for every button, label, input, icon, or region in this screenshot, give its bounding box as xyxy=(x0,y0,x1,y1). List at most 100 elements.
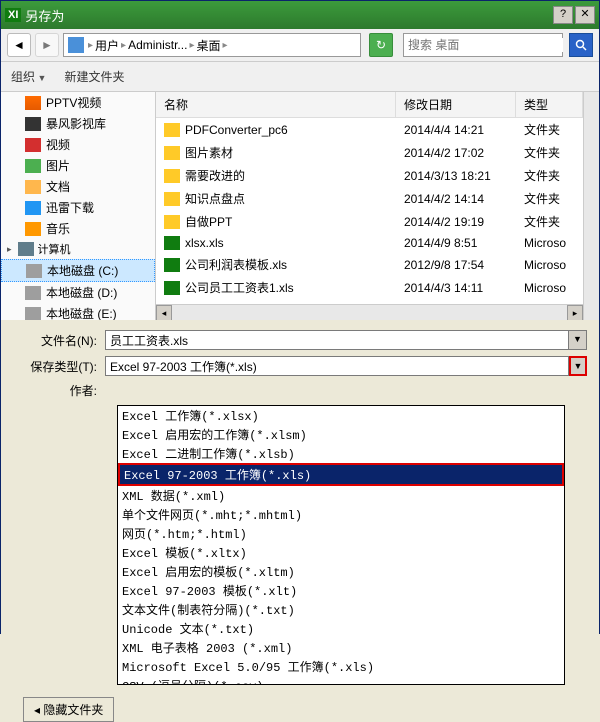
search-icon xyxy=(575,39,587,51)
file-name: 自做PPT xyxy=(185,213,232,230)
folder-icon xyxy=(25,96,41,110)
file-row[interactable]: 知识点盘点2014/4/2 14:14文件夹 xyxy=(156,187,583,210)
scrollbar-vertical[interactable] xyxy=(583,92,599,320)
file-type: 文件夹 xyxy=(516,141,583,164)
file-type: 文件夹 xyxy=(516,187,583,210)
file-type: 文件夹 xyxy=(516,164,583,187)
window-title: 另存为 xyxy=(25,6,551,25)
file-type: Microso xyxy=(516,233,583,253)
dropdown-option[interactable]: Excel 模板(*.xltx) xyxy=(118,543,564,562)
sidebar-item[interactable]: PPTV视频 xyxy=(1,92,155,113)
dropdown-option[interactable]: Microsoft Excel 5.0/95 工作簿(*.xls) xyxy=(118,657,564,676)
sidebar-drive[interactable]: 本地磁盘 (E:) xyxy=(1,303,155,320)
dropdown-option[interactable]: CSV (逗号分隔)(*.csv) xyxy=(118,676,564,685)
file-date: 2014/4/3 14:11 xyxy=(396,278,516,298)
dropdown-option[interactable]: Excel 启用宏的工作簿(*.xlsm) xyxy=(118,425,564,444)
sidebar-item[interactable]: 图片 xyxy=(1,155,155,176)
savetype-dropdown-list: Excel 工作簿(*.xlsx)Excel 启用宏的工作簿(*.xlsm)Ex… xyxy=(117,405,565,685)
dropdown-option[interactable]: Excel 97-2003 模板(*.xlt) xyxy=(118,581,564,600)
savetype-dropdown-button[interactable]: ▼ xyxy=(569,356,587,376)
dropdown-option[interactable]: 文本文件(制表符分隔)(*.txt) xyxy=(118,600,564,619)
file-row[interactable]: 公司员工工资表1.xls2014/4/3 14:11Microso xyxy=(156,276,583,299)
disk-icon xyxy=(26,264,42,278)
new-folder-button[interactable]: 新建文件夹 xyxy=(64,68,124,85)
folder-icon xyxy=(25,117,41,131)
scroll-left-button[interactable]: ◂ xyxy=(156,305,172,320)
file-row[interactable]: 公司利润表模板.xls2012/9/8 17:54Microso xyxy=(156,253,583,276)
sidebar-item-label: 暴风影视库 xyxy=(46,115,106,132)
sidebar-item[interactable]: 暴风影视库 xyxy=(1,113,155,134)
back-button[interactable]: ◄ xyxy=(7,33,31,57)
location-icon xyxy=(68,37,84,53)
excel-icon xyxy=(164,281,180,295)
sidebar-drive[interactable]: 本地磁盘 (C:) xyxy=(1,259,155,282)
file-type: 文件夹 xyxy=(516,118,583,141)
sidebar-item[interactable]: 音乐 xyxy=(1,218,155,239)
folder-icon xyxy=(164,146,180,160)
crumb-users[interactable]: 用户 xyxy=(95,37,119,54)
search-input[interactable] xyxy=(408,38,563,52)
file-row[interactable]: 需要改进的2014/3/13 18:21文件夹 xyxy=(156,164,583,187)
sidebar-item[interactable]: 视频 xyxy=(1,134,155,155)
author-label: 作者: xyxy=(13,382,105,399)
dropdown-option[interactable]: Excel 工作簿(*.xlsx) xyxy=(118,406,564,425)
file-type: Microso xyxy=(516,255,583,275)
excel-icon xyxy=(164,258,180,272)
sidebar-item-label: 音乐 xyxy=(46,220,70,237)
sidebar-item-label: 图片 xyxy=(46,157,70,174)
titlebar: XI 另存为 ? ✕ xyxy=(1,1,599,29)
sidebar-item-label: 迅雷下载 xyxy=(46,199,94,216)
file-date: 2014/4/9 8:51 xyxy=(396,233,516,253)
folder-icon xyxy=(25,138,41,152)
file-date: 2014/4/2 19:19 xyxy=(396,212,516,232)
file-row[interactable]: PDFConverter_pc6 2014/4/4 14:21文件夹 xyxy=(156,118,583,141)
file-row[interactable]: 图片素材2014/4/2 17:02文件夹 xyxy=(156,141,583,164)
scrollbar-horizontal[interactable]: ◂ ▸ xyxy=(156,304,583,320)
help-button[interactable]: ? xyxy=(553,6,573,24)
sidebar-drive[interactable]: 本地磁盘 (D:) xyxy=(1,282,155,303)
sidebar-item[interactable]: 迅雷下载 xyxy=(1,197,155,218)
dropdown-option[interactable]: Excel 二进制工作簿(*.xlsb) xyxy=(118,444,564,463)
file-pane: 名称 修改日期 类型 PDFConverter_pc6 2014/4/4 14:2… xyxy=(156,92,583,320)
dropdown-option[interactable]: XML 数据(*.xml) xyxy=(118,486,564,505)
col-name[interactable]: 名称 xyxy=(156,92,396,117)
drive-label: 本地磁盘 (C:) xyxy=(47,262,118,279)
organize-menu[interactable]: 组织 xyxy=(11,68,46,85)
hide-folders-button[interactable]: 隐藏文件夹 xyxy=(23,697,114,722)
toolbar: 组织 新建文件夹 xyxy=(1,62,599,92)
dropdown-option[interactable]: 单个文件网页(*.mht;*.mhtml) xyxy=(118,505,564,524)
app-icon: XI xyxy=(5,8,21,22)
sidebar-computer[interactable]: 计算机 xyxy=(1,239,155,259)
file-row[interactable]: xlsx.xls2014/4/9 8:51Microso xyxy=(156,233,583,253)
folder-icon xyxy=(25,180,41,194)
sidebar-item[interactable]: 文档 xyxy=(1,176,155,197)
dropdown-option[interactable]: Unicode 文本(*.txt) xyxy=(118,619,564,638)
filename-input[interactable] xyxy=(105,330,569,350)
refresh-button[interactable]: ↻ xyxy=(369,33,393,57)
crumb-desktop[interactable]: 桌面 xyxy=(196,37,220,54)
dropdown-option[interactable]: 网页(*.htm;*.html) xyxy=(118,524,564,543)
computer-icon xyxy=(18,242,34,256)
col-type[interactable]: 类型 xyxy=(516,92,583,117)
sidebar: PPTV视频暴风影视库视频图片文档迅雷下载音乐计算机本地磁盘 (C:) 本地磁盘 … xyxy=(1,92,156,320)
file-date: 2014/4/2 17:02 xyxy=(396,143,516,163)
forward-button[interactable]: ► xyxy=(35,33,59,57)
file-row[interactable]: 自做PPT2014/4/2 19:19文件夹 xyxy=(156,210,583,233)
filename-dropdown-button[interactable]: ▼ xyxy=(569,330,587,350)
folder-icon xyxy=(164,169,180,183)
close-button[interactable]: ✕ xyxy=(575,6,595,24)
file-date: 2014/4/4 14:21 xyxy=(396,120,516,140)
search-button[interactable] xyxy=(569,33,593,57)
dropdown-option[interactable]: XML 电子表格 2003 (*.xml) xyxy=(118,638,564,657)
file-name: 知识点盘点 xyxy=(185,190,245,207)
breadcrumb[interactable]: ▸ 用户 ▸ Administr... ▸ 桌面 ▸ xyxy=(63,33,361,57)
search-box[interactable] xyxy=(403,33,563,57)
dropdown-option[interactable]: Excel 97-2003 工作簿(*.xls) xyxy=(118,463,564,486)
scroll-right-button[interactable]: ▸ xyxy=(567,305,583,320)
col-date[interactable]: 修改日期 xyxy=(396,92,516,117)
savetype-input[interactable] xyxy=(105,356,569,376)
dropdown-option[interactable]: Excel 启用宏的模板(*.xltm) xyxy=(118,562,564,581)
drive-label: 本地磁盘 (E:) xyxy=(46,305,117,320)
file-name: PDFConverter_pc6 xyxy=(185,123,288,137)
crumb-admin[interactable]: Administr... xyxy=(128,38,187,52)
